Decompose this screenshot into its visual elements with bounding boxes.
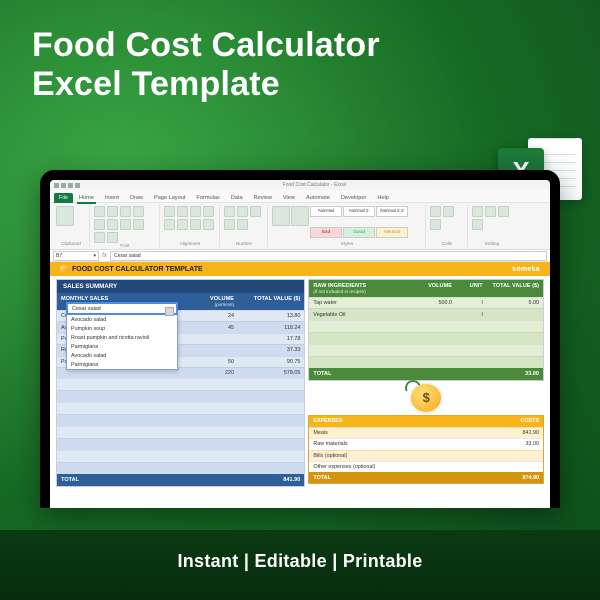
tab-home[interactable]: Home	[74, 193, 99, 203]
tab-automate[interactable]: Automate	[301, 193, 335, 203]
laptop: Food Cost Calculator - Excel File Home I…	[40, 170, 560, 508]
template-logo-icon	[60, 265, 68, 273]
money-cycle-icon	[411, 384, 441, 412]
tab-file[interactable]: File	[54, 193, 73, 203]
tab-draw[interactable]: Draw	[125, 193, 148, 203]
ribbon-group-number: Number	[221, 205, 268, 247]
name-box[interactable]: B7 ▾	[53, 251, 99, 261]
tab-page-layout[interactable]: Page Layout	[149, 193, 190, 203]
ribbon-group-font: Font	[91, 205, 160, 247]
footer-tagline: Instant | Editable | Printable	[0, 551, 600, 572]
tab-help[interactable]: Help	[372, 193, 394, 203]
ribbon-group-cells: Cells	[427, 205, 468, 247]
formula-input[interactable]: Cesar salad	[110, 251, 547, 261]
hero-title: Food Cost Calculator Excel Template	[0, 0, 600, 104]
ribbon-group-editing: Editing	[469, 205, 515, 247]
formula-bar: B7 ▾ fx Cesar salad	[50, 250, 550, 262]
tab-insert[interactable]: Insert	[100, 193, 124, 203]
dropdown-selected[interactable]: Cesar salad	[66, 302, 178, 315]
ribbon-group-alignment: Alignment	[161, 205, 220, 247]
tab-developer[interactable]: Developer	[336, 193, 372, 203]
document-title: Food Cost Calculator - Excel	[83, 182, 546, 188]
dropdown-option[interactable]: Pumpkin soup	[67, 324, 177, 333]
dropdown-option[interactable]: Roast pumpkin and ricotta ravioli	[67, 333, 177, 342]
worksheet[interactable]: FOOD COST CALCULATOR TEMPLATE someka SAL…	[50, 262, 550, 508]
expenses-panel: EXPENSESCOSTS Meals841.90 Raw materials3…	[308, 415, 544, 485]
quick-access[interactable]	[54, 183, 80, 188]
ribbon: Clipboard Font Alignment Number	[50, 203, 550, 250]
window-titlebar: Food Cost Calculator - Excel	[50, 180, 550, 190]
dropdown-option[interactable]: Parmigiana	[67, 342, 177, 351]
format-as-table-icon[interactable]	[291, 206, 309, 226]
meal-dropdown[interactable]: Cesar salad Avocado salad Pumpkin soup R…	[66, 302, 178, 370]
raw-ingredients-panel: RAW INGREDIENTS(if not included in recip…	[308, 279, 544, 381]
brand-label: someka	[512, 266, 540, 273]
ribbon-group-clipboard: Clipboard	[53, 205, 90, 247]
dropdown-option[interactable]: Avocado salad	[67, 351, 177, 360]
tab-view[interactable]: View	[278, 193, 300, 203]
conditional-formatting-icon[interactable]	[272, 206, 290, 226]
tab-formulas[interactable]: Formulas	[191, 193, 224, 203]
sales-title: SALES SUMMARY	[57, 280, 304, 293]
hero-line2: Excel Template	[32, 65, 600, 104]
dropdown-option[interactable]: Parmigiana	[67, 360, 177, 369]
paste-icon[interactable]	[56, 206, 74, 226]
chevron-down-icon[interactable]: ▾	[93, 253, 96, 259]
fx-icon[interactable]: fx	[102, 252, 107, 259]
sales-summary-panel: SALES SUMMARY MONTHLY SALES VOLUME(porti…	[56, 279, 305, 487]
ribbon-tabs[interactable]: File Home Insert Draw Page Layout Formul…	[50, 190, 550, 203]
tab-review[interactable]: Review	[249, 193, 277, 203]
dropdown-option[interactable]: Avocado salad	[67, 315, 177, 324]
worksheet-header: FOOD COST CALCULATOR TEMPLATE someka	[50, 262, 550, 276]
ribbon-group-styles: Normal Normal 2 Normal 2 2 Bad Good Neut…	[269, 205, 426, 247]
tab-data[interactable]: Data	[226, 193, 248, 203]
hero-line1: Food Cost Calculator	[32, 26, 600, 65]
